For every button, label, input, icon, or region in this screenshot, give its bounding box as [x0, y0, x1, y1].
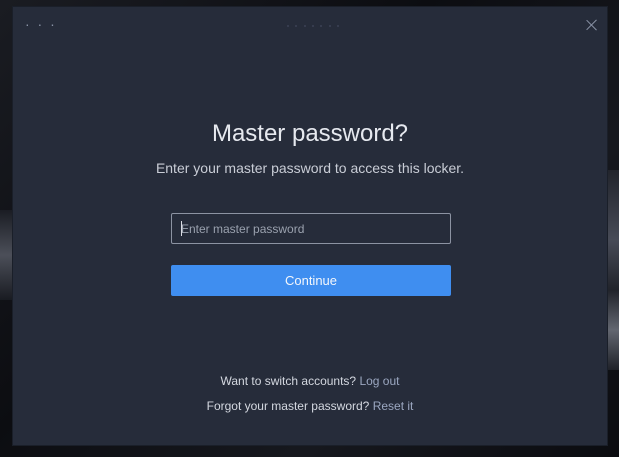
- master-password-input[interactable]: [171, 213, 451, 244]
- drag-handle[interactable]: [287, 25, 339, 29]
- switch-accounts-prompt: Want to switch accounts?: [220, 374, 357, 388]
- more-horizontal-icon[interactable]: · · ·: [25, 17, 57, 31]
- log-out-link[interactable]: Log out: [359, 374, 399, 388]
- forgot-password-line: Forgot your master password? Reset it: [13, 398, 607, 414]
- forgot-password-prompt: Forgot your master password?: [206, 399, 370, 413]
- close-icon[interactable]: [585, 18, 599, 32]
- reset-password-link[interactable]: Reset it: [373, 399, 414, 413]
- text-caret: [181, 221, 182, 236]
- title-bar[interactable]: · · ·: [13, 7, 607, 41]
- continue-button[interactable]: Continue: [171, 265, 451, 296]
- switch-accounts-line: Want to switch accounts? Log out: [13, 373, 607, 389]
- master-password-dialog: · · · Master password? Enter your master…: [12, 6, 608, 446]
- dialog-title: Master password?: [211, 120, 409, 147]
- dialog-subtitle: Enter your master password to access thi…: [155, 160, 465, 176]
